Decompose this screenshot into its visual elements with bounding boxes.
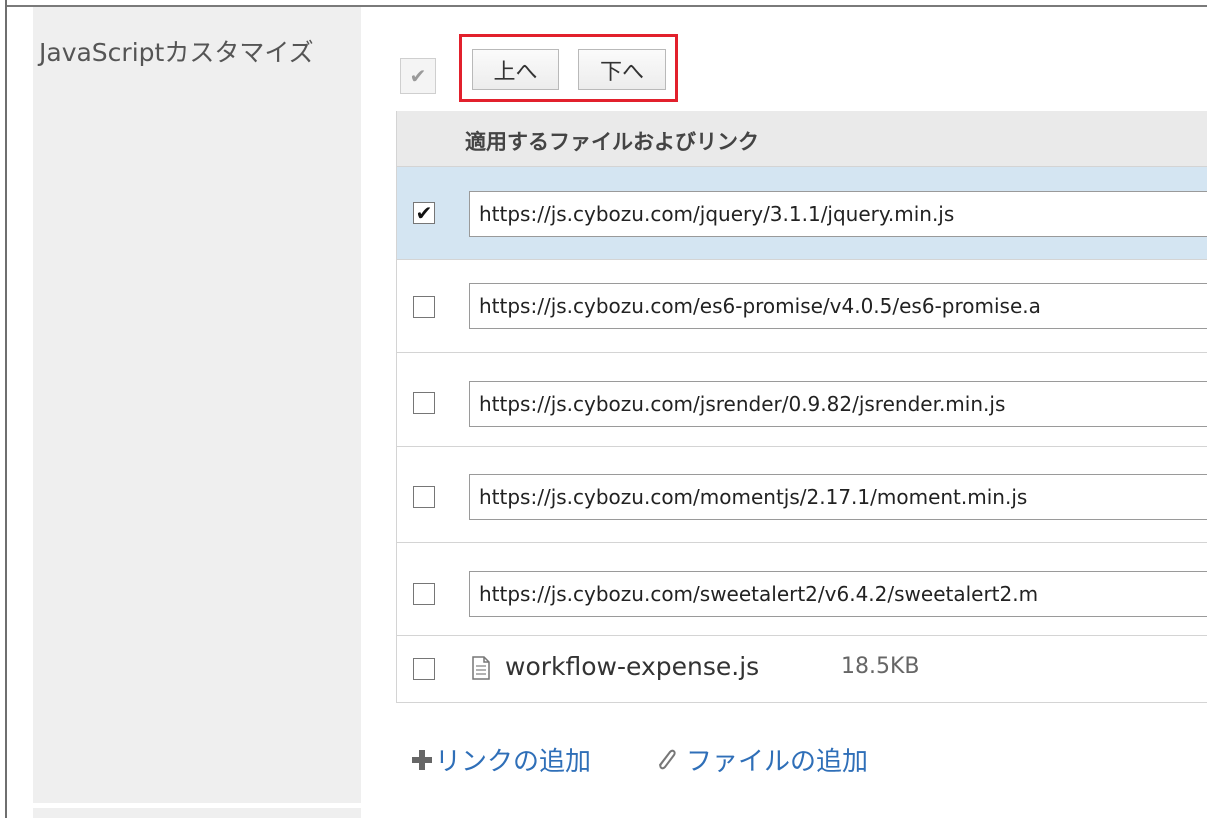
table-row: https://js.cybozu.com/sweetalert2/v6.4.2… <box>397 543 1207 636</box>
url-input[interactable]: https://js.cybozu.com/momentjs/2.17.1/mo… <box>469 474 1207 520</box>
file-name[interactable]: workflow-expense.js <box>505 652 759 681</box>
move-up-button[interactable]: 上へ <box>472 49 559 90</box>
paperclip-icon <box>659 749 676 769</box>
next-label-cell <box>33 808 361 818</box>
add-file-button[interactable]: ファイルの追加 <box>652 741 868 778</box>
add-link-button[interactable]: リンクの追加 <box>411 741 591 778</box>
file-row: workflow-expense.js 18.5KB <box>397 636 1207 702</box>
row-checkbox[interactable] <box>413 296 435 318</box>
plus-icon <box>411 749 433 771</box>
section-label: JavaScriptカスタマイズ <box>39 38 314 67</box>
row-checkbox[interactable] <box>413 658 435 680</box>
add-link-label: リンクの追加 <box>435 747 592 777</box>
section-label-cell: JavaScriptカスタマイズ <box>33 7 361 803</box>
table-row: https://js.cybozu.com/jsrender/0.9.82/js… <box>397 354 1207 447</box>
window-left-border <box>0 0 7 818</box>
files-links-table: 適用するファイルおよびリンク ✔ https://js.cybozu.com/j… <box>396 111 1207 703</box>
move-down-button[interactable]: 下へ <box>578 49 666 90</box>
table-header: 適用するファイルおよびリンク <box>397 111 1207 167</box>
check-icon: ✔ <box>409 65 427 88</box>
add-file-label: ファイルの追加 <box>686 747 869 777</box>
table-header-label: 適用するファイルおよびリンク <box>465 130 759 154</box>
url-input[interactable]: https://js.cybozu.com/jquery/3.1.1/jquer… <box>469 191 1207 237</box>
check-all-button[interactable]: ✔ <box>400 58 436 94</box>
url-input[interactable]: https://js.cybozu.com/sweetalert2/v6.4.2… <box>469 571 1207 617</box>
table-row: https://js.cybozu.com/momentjs/2.17.1/mo… <box>397 450 1207 543</box>
row-checkbox[interactable]: ✔ <box>413 202 435 224</box>
row-checkbox[interactable] <box>413 583 435 605</box>
row-checkbox[interactable] <box>413 392 435 414</box>
url-input[interactable]: https://js.cybozu.com/jsrender/0.9.82/js… <box>469 381 1207 427</box>
table-row: https://js.cybozu.com/es6-promise/v4.0.5… <box>397 260 1207 353</box>
file-icon <box>472 656 490 680</box>
url-input[interactable]: https://js.cybozu.com/es6-promise/v4.0.5… <box>469 283 1207 329</box>
file-size: 18.5KB <box>841 654 920 679</box>
table-row: ✔ https://js.cybozu.com/jquery/3.1.1/jqu… <box>397 167 1207 260</box>
window-top-border <box>0 0 1207 7</box>
row-checkbox[interactable] <box>413 486 435 508</box>
